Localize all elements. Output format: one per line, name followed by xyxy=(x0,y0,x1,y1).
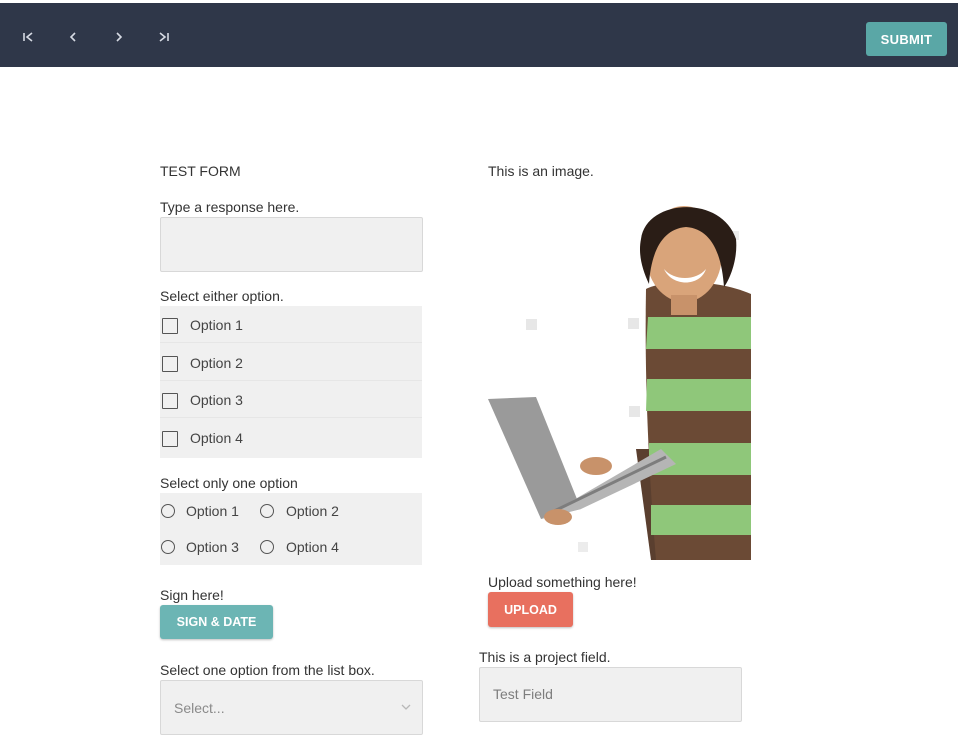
upload-label: Upload something here! xyxy=(488,574,637,590)
radio-group: Option 1 Option 2 Option 3 Option 4 xyxy=(160,493,422,565)
sign-label: Sign here! xyxy=(160,587,224,603)
checkbox-label: Option 3 xyxy=(190,392,243,408)
person-laptop-image xyxy=(488,206,751,560)
radio-option-1[interactable] xyxy=(161,504,175,518)
listbox-label: Select one option from the list box. xyxy=(160,662,375,678)
checkbox-option-2[interactable]: Option 2 xyxy=(160,344,422,381)
top-toolbar: SUBMIT xyxy=(0,3,958,67)
checkbox-label: Option 1 xyxy=(190,317,243,333)
project-field-value: Test Field xyxy=(493,686,553,702)
response-input[interactable] xyxy=(160,217,423,272)
project-label: This is a project field. xyxy=(479,649,611,665)
checkbox-option-4[interactable]: Option 4 xyxy=(160,419,422,456)
radio-label-1: Option 1 xyxy=(186,503,239,519)
radio-option-2[interactable] xyxy=(260,504,274,518)
checkbox-label: Option 2 xyxy=(190,355,243,371)
radio-label-2: Option 2 xyxy=(286,503,339,519)
response-label: Type a response here. xyxy=(160,199,300,215)
sign-date-button[interactable]: SIGN & DATE xyxy=(160,605,273,639)
last-page-icon[interactable] xyxy=(151,23,177,49)
form-image xyxy=(486,199,752,560)
project-field[interactable]: Test Field xyxy=(479,667,742,722)
checkbox-label: Option 4 xyxy=(190,430,243,446)
checkbox-group-label: Select either option. xyxy=(160,288,284,304)
radio-option-4[interactable] xyxy=(260,540,274,554)
checkbox-icon[interactable] xyxy=(162,318,178,334)
checkbox-option-3[interactable]: Option 3 xyxy=(160,381,422,418)
listbox-select[interactable]: Select... xyxy=(160,680,423,735)
chevron-down-icon xyxy=(400,700,412,718)
radio-group-label: Select only one option xyxy=(160,475,298,491)
checkbox-icon[interactable] xyxy=(162,356,178,372)
chevron-left-icon[interactable] xyxy=(60,23,86,49)
checkbox-icon[interactable] xyxy=(162,431,178,447)
checkbox-option-1[interactable]: Option 1 xyxy=(160,306,422,343)
radio-option-3[interactable] xyxy=(161,540,175,554)
checkbox-icon[interactable] xyxy=(162,393,178,409)
chevron-right-icon[interactable] xyxy=(106,23,132,49)
upload-button[interactable]: UPLOAD xyxy=(488,592,573,627)
first-page-icon[interactable] xyxy=(15,23,41,49)
image-label: This is an image. xyxy=(488,163,594,179)
radio-label-4: Option 4 xyxy=(286,539,339,555)
submit-button[interactable]: SUBMIT xyxy=(866,22,947,56)
radio-label-3: Option 3 xyxy=(186,539,239,555)
listbox-value: Select... xyxy=(174,700,225,716)
checkbox-group: Option 1 Option 2 Option 3 Option 4 xyxy=(160,306,422,458)
form-title: TEST FORM xyxy=(160,163,241,179)
